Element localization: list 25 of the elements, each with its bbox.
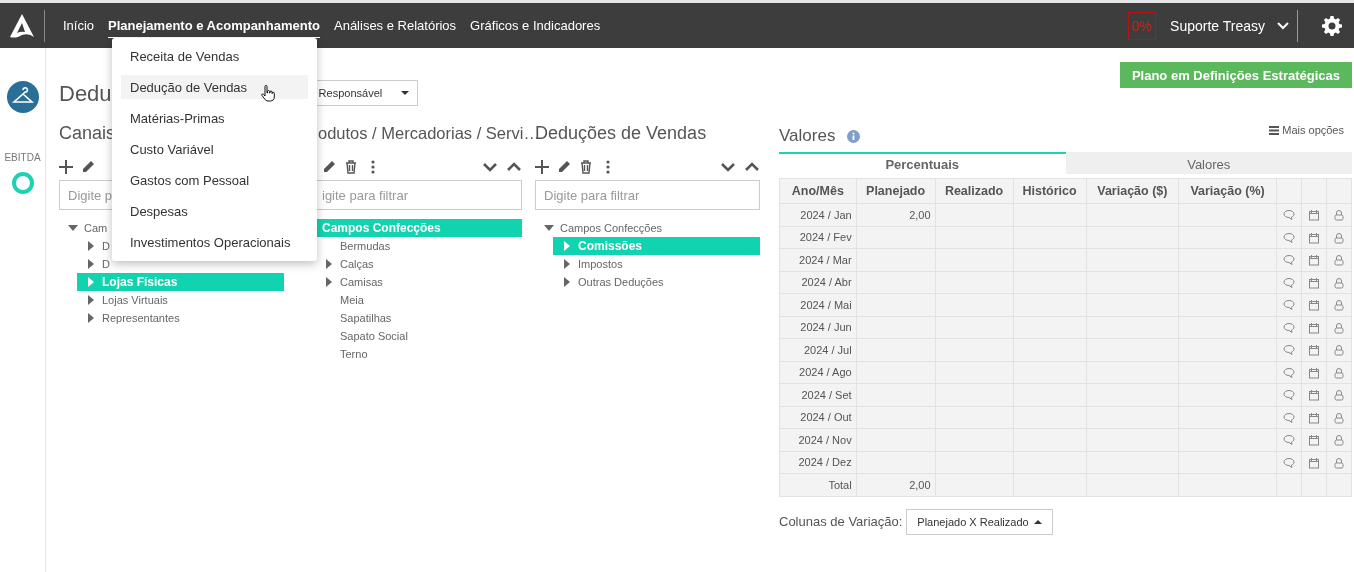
table-cell: 2024 / Jul bbox=[779, 338, 857, 361]
table-cell: 2024 / Set bbox=[779, 383, 857, 406]
sidebar-label: EBITDA bbox=[4, 152, 41, 163]
column-header: Realizado bbox=[935, 178, 1014, 204]
section-title: Valores bbox=[779, 126, 836, 146]
column-header: Histórico bbox=[1013, 178, 1087, 204]
column-header: Variação (%) bbox=[1178, 178, 1277, 204]
table-cell: 2024 / Mar bbox=[779, 248, 857, 271]
column-header: Planejado bbox=[856, 178, 936, 204]
page-title: Dedu bbox=[59, 81, 112, 107]
variation-label: Colunas de Variação: bbox=[779, 514, 903, 529]
table-cell: 2024 / Out bbox=[779, 406, 857, 429]
table-cell: 2024 / Jan bbox=[779, 203, 857, 226]
table-cell: 2024 / Nov bbox=[779, 428, 857, 451]
column-header: Variação ($) bbox=[1086, 178, 1179, 204]
table-cell: 2024 / Jun bbox=[779, 316, 857, 339]
table-cell: 2024 / Fev bbox=[779, 226, 857, 249]
column-header: Ano/Mês bbox=[779, 178, 857, 204]
table-cell: 2024 / Dez bbox=[779, 451, 857, 474]
table-cell: 2024 / Abr bbox=[779, 271, 857, 294]
table-cell: 2024 / Ago bbox=[779, 361, 857, 384]
table-cell: Total bbox=[779, 473, 857, 496]
table-cell: 2024 / Mai bbox=[779, 293, 857, 316]
progress-badge: 0% bbox=[1127, 11, 1157, 40]
panel-title: Canais bbox=[59, 122, 116, 145]
